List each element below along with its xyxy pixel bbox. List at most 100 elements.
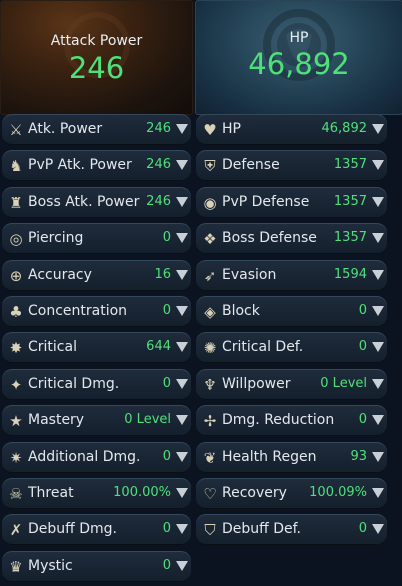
hp-title: HP (289, 30, 309, 46)
shield-icon: ⛨ (204, 156, 216, 175)
stat-row-piercing[interactable]: ◎ Piercing 0 (2, 223, 191, 254)
chevron-down-icon[interactable] (372, 488, 384, 498)
stat-label: Accuracy (28, 267, 92, 283)
critical-icon: ✸ (9, 338, 23, 357)
stat-label: PvP Atk. Power (28, 157, 132, 173)
chevron-down-icon[interactable] (372, 342, 384, 352)
chevron-down-icon[interactable] (372, 524, 384, 534)
chevron-down-icon[interactable] (176, 233, 188, 243)
chevron-down-icon[interactable] (176, 561, 188, 571)
stat-value: 246 (146, 157, 171, 172)
threat-skull-icon: ☠ (9, 484, 23, 503)
stat-row-hp[interactable]: ♥ HP 46,892 (196, 114, 387, 145)
stat-row-pvp-atk-power[interactable]: ♞ PvP Atk. Power 246 (2, 150, 191, 181)
stat-label: Critical Dmg. (28, 376, 120, 392)
additional-damage-icon: ✷ (9, 448, 23, 467)
critical-damage-icon: ✦ (9, 375, 23, 394)
willpower-icon: ♆ (203, 375, 217, 394)
stat-row-debuff-dmg[interactable]: ✗ Debuff Dmg. 0 (2, 514, 191, 545)
stat-row-block[interactable]: ◈ Block 0 (196, 296, 387, 327)
stat-label: Debuff Def. (222, 521, 302, 537)
chevron-down-icon[interactable] (372, 197, 384, 207)
evasion-icon: ➶ (203, 266, 217, 285)
chevron-down-icon[interactable] (176, 415, 188, 425)
stat-value: 1357 (333, 194, 367, 209)
mystic-icon: ♛ (9, 557, 23, 576)
boss-attack-icon: ♜ (9, 193, 23, 212)
chevron-down-icon[interactable] (372, 379, 384, 389)
chevron-down-icon[interactable] (372, 415, 384, 425)
chevron-down-icon[interactable] (372, 233, 384, 243)
chevron-down-icon[interactable] (176, 306, 188, 316)
stat-row-threat[interactable]: ☠ Threat 100.00% (2, 478, 191, 509)
stat-label: Critical Def. (222, 339, 304, 355)
chevron-down-icon[interactable] (176, 452, 188, 462)
chevron-down-icon[interactable] (176, 124, 188, 134)
stat-label: PvP Defense (222, 194, 310, 210)
stat-row-mastery[interactable]: ★ Mastery 0 Level (2, 405, 191, 436)
stat-label: Evasion (222, 267, 277, 283)
stat-row-additional-dmg[interactable]: ✷ Additional Dmg. 0 (2, 442, 191, 473)
stat-label: Atk. Power (28, 121, 103, 137)
stat-row-accuracy[interactable]: ⊕ Accuracy 16 (2, 260, 191, 291)
stat-row-willpower[interactable]: ♆ Willpower 0 Level (196, 369, 387, 400)
stat-row-critical-def[interactable]: ✺ Critical Def. 0 (196, 332, 387, 363)
stat-value: 1357 (333, 230, 367, 245)
stat-label: Dmg. Reduction (222, 412, 335, 428)
stat-row-mystic[interactable]: ♛ Mystic 0 (2, 551, 191, 582)
stat-row-evasion[interactable]: ➶ Evasion 1594 (196, 260, 387, 291)
stat-value: 0 Level (124, 412, 171, 427)
stat-value: 0 (162, 521, 171, 536)
chevron-down-icon[interactable] (176, 379, 188, 389)
stat-label: Additional Dmg. (28, 449, 141, 465)
chevron-down-icon[interactable] (176, 488, 188, 498)
chevron-down-icon[interactable] (372, 160, 384, 170)
chevron-down-icon[interactable] (176, 342, 188, 352)
stat-label: Concentration (28, 303, 128, 319)
chevron-down-icon[interactable] (372, 270, 384, 280)
chevron-down-icon[interactable] (372, 452, 384, 462)
stat-value: 93 (350, 449, 367, 464)
chevron-down-icon[interactable] (176, 160, 188, 170)
stat-row-health-regen[interactable]: ❦ Health Regen 93 (196, 442, 387, 473)
attack-power-header: Attack Power 246 (0, 0, 193, 115)
mastery-icon: ★ (9, 411, 23, 430)
stat-value: 0 (162, 449, 171, 464)
chevron-down-icon[interactable] (372, 124, 384, 134)
stat-value: 644 (146, 339, 171, 354)
stat-label: Piercing (28, 230, 84, 246)
stat-label: Debuff Dmg. (28, 521, 118, 537)
stat-row-boss-atk-power[interactable]: ♜ Boss Atk. Power 246 (2, 187, 191, 218)
stat-value: 0 (162, 376, 171, 391)
stat-row-critical-dmg[interactable]: ✦ Critical Dmg. 0 (2, 369, 191, 400)
stat-label: Boss Defense (222, 230, 317, 246)
chevron-down-icon[interactable] (176, 197, 188, 207)
stat-row-pvp-defense[interactable]: ◉ PvP Defense 1357 (196, 187, 387, 218)
stat-value: 246 (146, 121, 171, 136)
stat-value: 0 (358, 303, 367, 318)
pvp-attack-icon: ♞ (9, 156, 23, 175)
stat-label: Threat (28, 485, 74, 501)
stat-row-boss-defense[interactable]: ❖ Boss Defense 1357 (196, 223, 387, 254)
debuff-damage-icon: ✗ (9, 520, 23, 539)
crossed-swords-icon: ⚔ (9, 120, 23, 139)
stat-row-dmg-reduction[interactable]: ✢ Dmg. Reduction 0 (196, 405, 387, 436)
stat-label: Willpower (222, 376, 291, 392)
stat-row-concentration[interactable]: ♣ Concentration 0 (2, 296, 191, 327)
stat-row-atk-power[interactable]: ⚔ Atk. Power 246 (2, 114, 191, 145)
chevron-down-icon[interactable] (176, 524, 188, 534)
stat-row-critical[interactable]: ✸ Critical 644 (2, 332, 191, 363)
stat-label: Boss Atk. Power (28, 194, 140, 210)
chevron-down-icon[interactable] (176, 270, 188, 280)
chevron-down-icon[interactable] (372, 306, 384, 316)
stat-label: Recovery (222, 485, 287, 501)
hp-header: HP 46,892 (195, 0, 402, 115)
stat-row-recovery[interactable]: ♡ Recovery 100.09% (196, 478, 387, 509)
stat-row-defense[interactable]: ⛨ Defense 1357 (196, 150, 387, 181)
stat-value: 0 (358, 339, 367, 354)
stat-row-debuff-def[interactable]: ⛉ Debuff Def. 0 (196, 514, 387, 545)
stat-label: Health Regen (222, 449, 317, 465)
heart-icon: ♥ (203, 120, 217, 139)
stat-value: 0 (162, 303, 171, 318)
boss-defense-icon: ❖ (203, 229, 217, 248)
